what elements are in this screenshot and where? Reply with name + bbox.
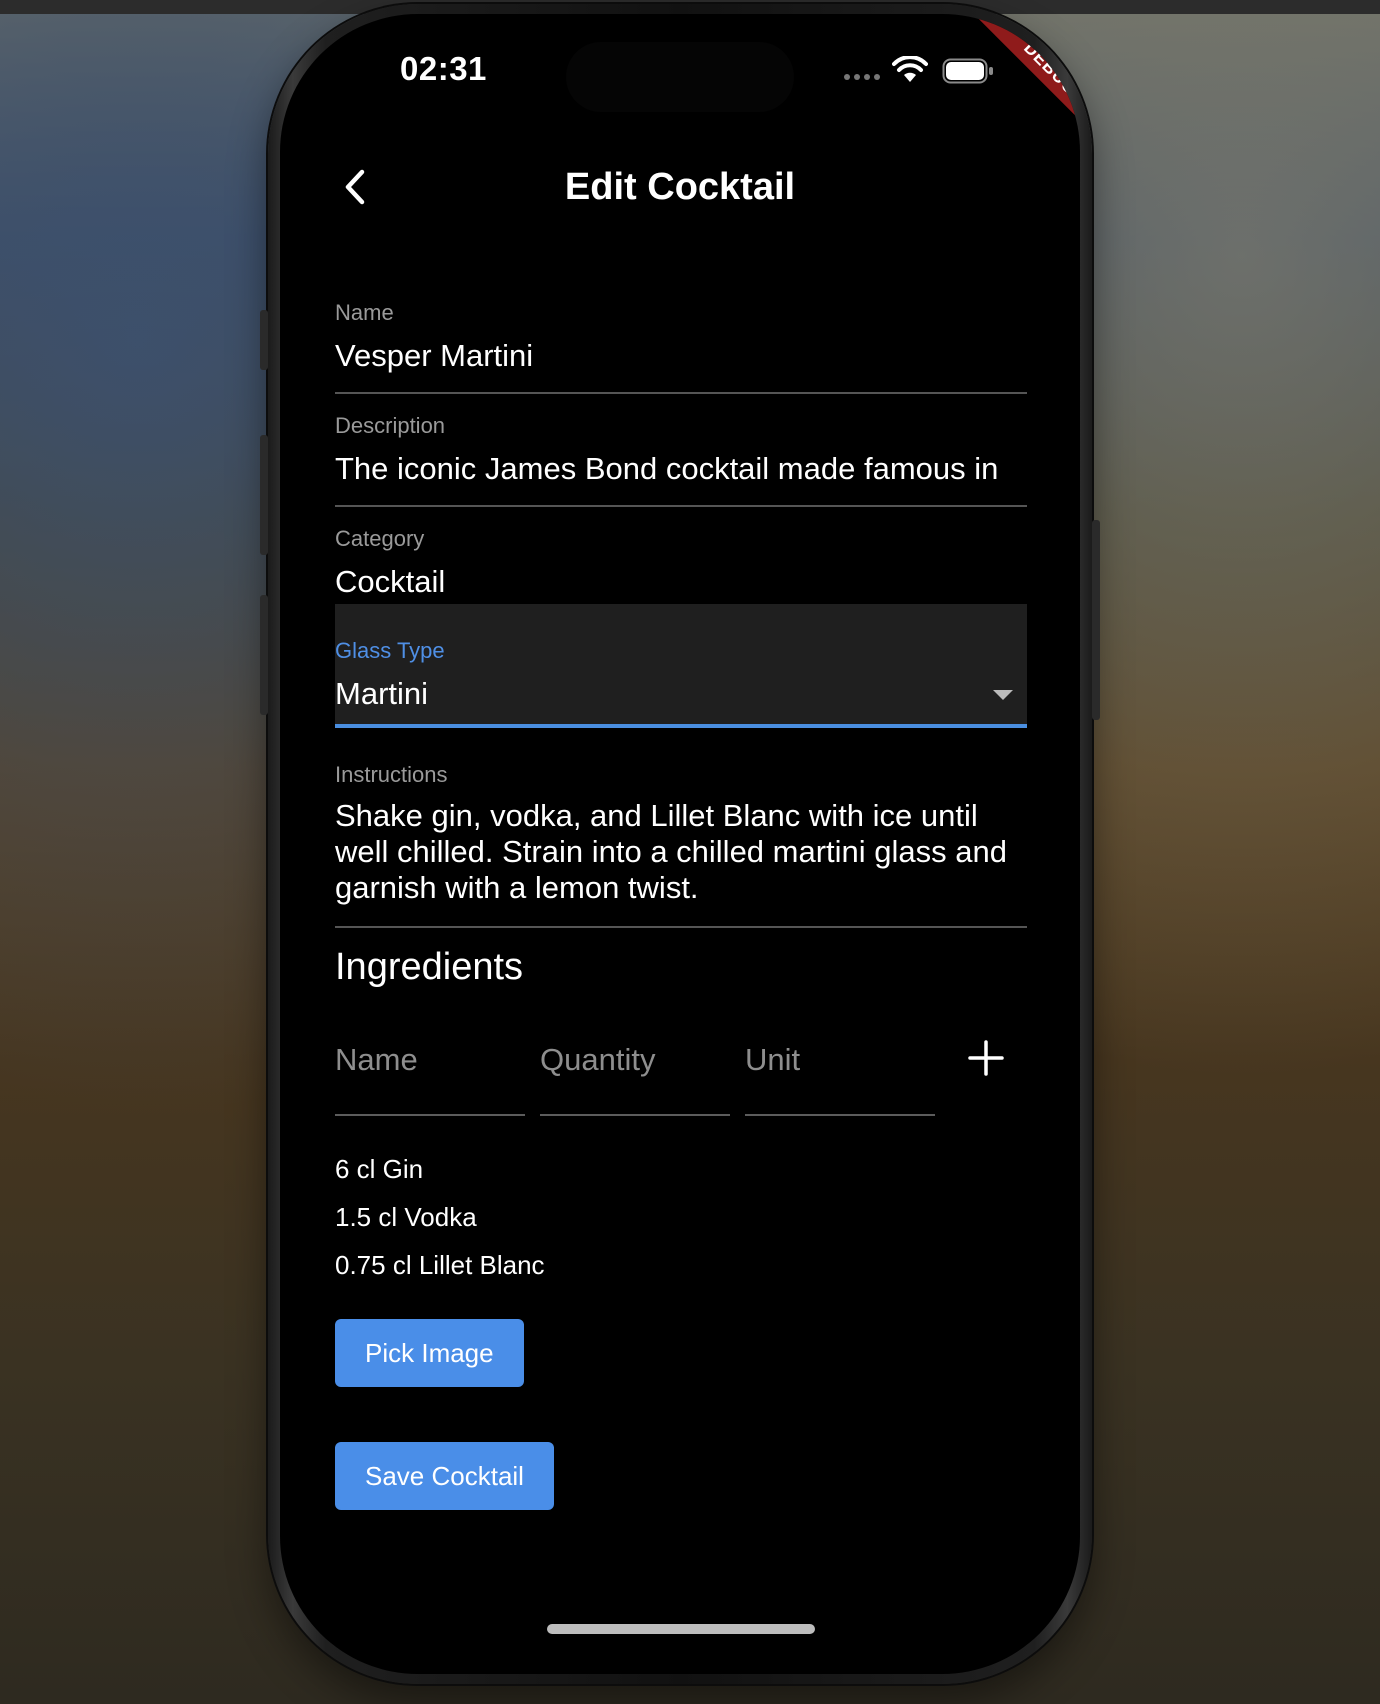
ingredient-quantity-input[interactable]: Quantity <box>540 1024 730 1116</box>
name-field-label: Name <box>335 300 394 325</box>
home-indicator[interactable] <box>547 1624 815 1634</box>
instructions-field-label: Instructions <box>335 762 448 787</box>
ingredient-quantity-underline <box>540 1114 730 1116</box>
ingredient-item: 1.5 cl Vodka <box>335 1202 477 1232</box>
name-field-value[interactable]: Vesper Martini <box>335 338 1027 374</box>
category-field-label: Category <box>335 526 425 551</box>
debug-banner: DEBUG <box>930 14 1080 164</box>
pick-image-button[interactable]: Pick Image <box>335 1319 524 1387</box>
ingredients-heading: Ingredients <box>335 946 524 988</box>
description-field-underline <box>335 505 1027 507</box>
cellular-signal-icon <box>844 74 880 80</box>
phone-volume-up <box>260 435 268 555</box>
ingredient-name-underline <box>335 1114 525 1116</box>
status-time: 02:31 <box>400 50 487 87</box>
ingredient-name-placeholder: Name <box>335 1042 418 1077</box>
ingredient-quantity-placeholder: Quantity <box>540 1042 656 1077</box>
page-title: Edit Cocktail <box>564 166 796 208</box>
ingredient-unit-input[interactable]: Unit <box>745 1024 935 1116</box>
category-field-value[interactable]: Cocktail <box>335 564 1027 600</box>
glass-type-dropdown[interactable]: Glass Type Martini <box>335 604 1027 728</box>
add-ingredient-icon[interactable] <box>964 1036 1008 1080</box>
dropdown-arrow-icon[interactable] <box>993 690 1013 700</box>
dynamic-island <box>566 42 794 112</box>
debug-banner-label: DEBUG <box>968 14 1080 151</box>
glass-type-label: Glass Type <box>335 638 445 663</box>
phone-volume-down <box>260 595 268 715</box>
wifi-icon <box>892 56 928 82</box>
description-field[interactable]: Description The iconic James Bond cockta… <box>335 413 1027 507</box>
phone-side-button <box>260 310 268 370</box>
instructions-field[interactable]: Instructions Shake gin, vodka, and Lille… <box>335 762 1027 928</box>
description-field-value[interactable]: The iconic James Bond cocktail made famo… <box>335 451 1027 487</box>
name-field[interactable]: Name Vesper Martini <box>335 300 1027 394</box>
phone-power-button <box>1092 520 1100 720</box>
description-field-label: Description <box>335 413 446 438</box>
ingredient-name-input[interactable]: Name <box>335 1024 525 1116</box>
glass-type-value[interactable]: Martini <box>335 676 428 712</box>
ingredient-item: 0.75 cl Lillet Blanc <box>335 1250 545 1280</box>
instructions-field-value[interactable]: Shake gin, vodka, and Lillet Blanc with … <box>335 798 1027 906</box>
ingredient-unit-underline <box>745 1114 935 1116</box>
ingredient-unit-placeholder: Unit <box>745 1042 801 1077</box>
instructions-field-underline <box>335 926 1027 928</box>
ingredient-item: 6 cl Gin <box>335 1154 424 1184</box>
name-field-underline <box>335 392 1027 394</box>
glass-type-focus-underline <box>335 724 1027 728</box>
save-cocktail-button[interactable]: Save Cocktail <box>335 1442 554 1510</box>
phone-screen: 02:31 DEBUG Edit Cocktail Name Vesper Ma… <box>280 14 1080 1674</box>
